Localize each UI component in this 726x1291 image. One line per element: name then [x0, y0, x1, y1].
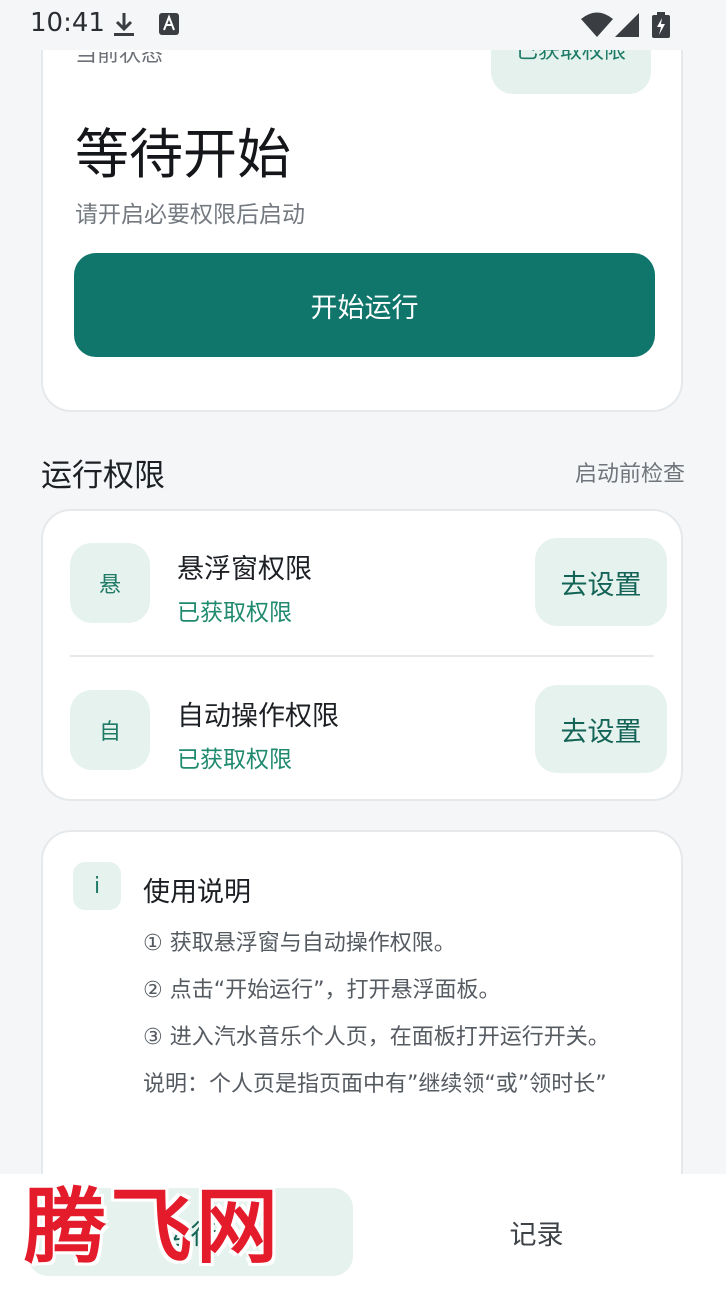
permissions-section-hint: 启动前检查 — [574, 462, 685, 487]
usage-instructions-card: i 使用说明 ① 获取悬浮窗与自动操作权限。 ② 点击“开始运行”，打开悬浮面板… — [41, 830, 683, 1190]
permissions-card: 悬 悬浮窗权限 已获取权限 去设置 自 自动操作权限 已获取权限 去设置 — [41, 509, 683, 801]
battery-charging-icon — [652, 12, 670, 38]
wifi-icon — [581, 12, 613, 37]
automation-permission-name: 自动操作权限 — [177, 701, 339, 732]
status-subtitle: 请开启必要权限后启动 — [75, 202, 305, 228]
permission-divider — [70, 655, 654, 657]
automation-permission-state: 已获取权限 — [177, 747, 292, 773]
usage-line: ① 获取悬浮窗与自动操作权限。 — [143, 931, 456, 956]
status-card: 当前状态 已获取权限 等待开始 请开启必要权限后启动 开始运行 — [41, 50, 683, 412]
overlay-permission-avatar: 悬 — [70, 543, 150, 623]
automation-settings-button[interactable]: 去设置 — [535, 685, 667, 773]
download-icon — [114, 13, 134, 36]
signal-icon — [615, 13, 639, 37]
status-bar: 10:41 — [0, 0, 726, 50]
status-title: 等待开始 — [75, 123, 291, 186]
usage-lines: ① 获取悬浮窗与自动操作权限。 ② 点击“开始运行”，打开悬浮面板。 ③ 进入汽… — [143, 920, 623, 1108]
permission-badge: 已获取权限 — [491, 50, 651, 94]
overlay-settings-button[interactable]: 去设置 — [535, 538, 667, 626]
status-label: 当前状态 — [75, 52, 164, 66]
usage-title: 使用说明 — [143, 877, 251, 908]
usage-line: 说明：个人页是指页面中有”继续领“或”领时长” — [143, 1072, 607, 1097]
info-icon: i — [73, 862, 121, 910]
status-time: 10:41 — [30, 8, 105, 38]
watermark: 腾飞网 — [24, 1179, 283, 1275]
font-app-icon — [159, 13, 179, 35]
permissions-section-title: 运行权限 — [41, 458, 165, 494]
usage-line: ③ 进入汽水音乐个人页，在面板打开运行开关。 — [143, 1025, 610, 1050]
overlay-permission-state: 已获取权限 — [177, 600, 292, 626]
overlay-permission-name: 悬浮窗权限 — [177, 554, 312, 585]
permission-item-overlay: 悬 悬浮窗权限 已获取权限 去设置 — [43, 531, 681, 661]
usage-line: ② 点击“开始运行”，打开悬浮面板。 — [143, 978, 501, 1003]
permission-item-automation: 自 自动操作权限 已获取权限 去设置 — [43, 678, 681, 808]
nav-tab-records[interactable]: 记录 — [374, 1188, 699, 1276]
automation-permission-avatar: 自 — [70, 690, 150, 770]
start-run-button[interactable]: 开始运行 — [74, 253, 655, 357]
